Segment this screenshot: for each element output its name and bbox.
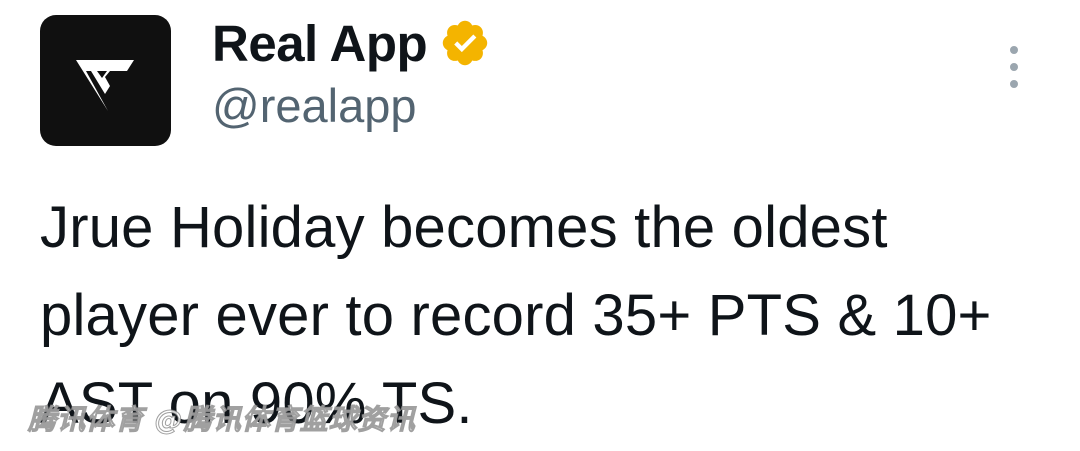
verified-badge-icon <box>442 20 488 66</box>
author-display-name[interactable]: Real App <box>212 18 428 69</box>
real-app-logo-icon <box>76 60 134 111</box>
more-vertical-icon <box>1010 46 1018 54</box>
author-handle[interactable]: @realapp <box>212 80 417 132</box>
avatar[interactable] <box>40 15 171 146</box>
author-name-row: Real App <box>212 12 491 74</box>
watermark: 腾讯体育 @腾讯体育篮球资讯 <box>28 403 416 437</box>
more-vertical-icon <box>1010 63 1018 71</box>
more-options-button[interactable] <box>992 38 1036 96</box>
more-vertical-icon <box>1010 80 1018 88</box>
